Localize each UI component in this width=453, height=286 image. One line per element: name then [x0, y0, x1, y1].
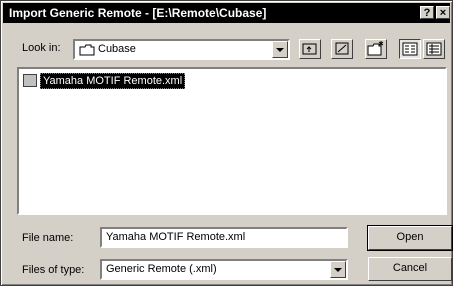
create-new-folder-button[interactable]	[365, 39, 387, 59]
help-button[interactable]: ?	[420, 6, 434, 19]
up-one-level-button[interactable]	[299, 39, 321, 59]
file-list[interactable]: Yamaha MOTIF Remote.xml	[17, 67, 447, 215]
look-in-label: Look in:	[22, 42, 61, 54]
help-icon: ?	[423, 7, 431, 19]
xml-file-icon	[23, 74, 37, 87]
details-view-button[interactable]	[423, 39, 445, 59]
up-folder-icon	[302, 43, 317, 55]
details-view-icon	[426, 42, 442, 56]
import-generic-remote-dialog: Import Generic Remote - [E:\Remote\Cubas…	[0, 0, 453, 286]
desktop-button[interactable]	[331, 39, 353, 59]
cancel-button[interactable]: Cancel	[368, 257, 452, 281]
file-name-input[interactable]: Yamaha MOTIF Remote.xml	[100, 227, 348, 248]
look-in-value: Cubase	[98, 43, 136, 55]
chevron-down-icon[interactable]	[272, 41, 288, 58]
files-of-type-value: Generic Remote (.xml)	[106, 263, 217, 275]
list-view-icon	[402, 42, 418, 56]
file-name-value: Yamaha MOTIF Remote.xml	[106, 231, 246, 243]
file-name-yamaha-motif[interactable]: Yamaha MOTIF Remote.xml	[40, 73, 186, 89]
file-name-label: File name:	[22, 232, 74, 244]
window-title: Import Generic Remote - [E:\Remote\Cubas…	[9, 6, 267, 20]
title-bar[interactable]: Import Generic Remote - [E:\Remote\Cubas…	[3, 3, 450, 23]
desktop-icon	[335, 42, 349, 55]
close-button[interactable]: ×	[436, 6, 450, 19]
open-button[interactable]: Open	[367, 225, 453, 251]
close-icon: ×	[439, 7, 447, 19]
files-of-type-dropdown[interactable]: Generic Remote (.xml)	[100, 259, 348, 280]
list-view-button[interactable]	[399, 39, 421, 59]
chevron-down-icon[interactable]	[330, 261, 346, 278]
new-folder-icon	[367, 41, 384, 56]
look-in-dropdown[interactable]: Cubase	[73, 39, 290, 60]
files-of-type-label: Files of type:	[22, 264, 85, 276]
folder-icon	[79, 44, 95, 56]
